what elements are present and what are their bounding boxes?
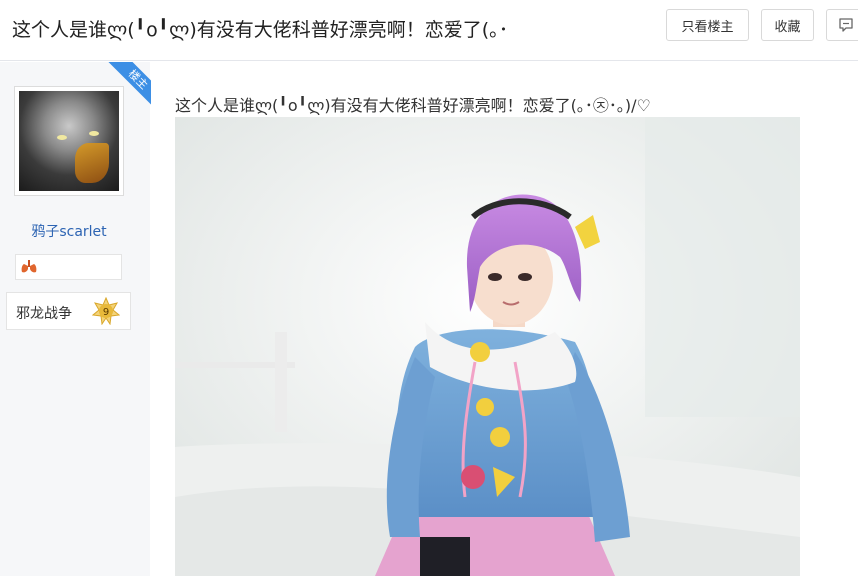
reply-button[interactable]: [826, 9, 858, 41]
level-badge-icon: 9: [92, 297, 120, 325]
favorite-button[interactable]: 收藏: [761, 9, 814, 41]
avatar[interactable]: [14, 86, 124, 196]
thread-title: 这个人是谁ლ(╹ο╹ლ)有没有大佬科普好漂亮啊！恋爱了(｡･: [12, 19, 509, 41]
lungs-medal-icon[interactable]: [21, 260, 37, 274]
level-number: 9: [103, 307, 109, 318]
medal-box: [15, 254, 122, 280]
user-group[interactable]: 邪龙战争 9: [6, 292, 131, 330]
comment-icon: [839, 18, 853, 32]
post-image[interactable]: [175, 117, 800, 576]
cosplay-photo: [175, 117, 800, 576]
username-link[interactable]: 鸦子scarlet: [0, 221, 138, 241]
group-name: 邪龙战争: [16, 306, 72, 322]
thread-header: 这个人是谁ლ(╹ο╹ლ)有没有大佬科普好漂亮啊！恋爱了(｡･ 只看楼主 收藏: [0, 0, 858, 61]
only-op-button[interactable]: 只看楼主: [666, 9, 749, 41]
post-text: 这个人是谁ლ(╹ο╹ლ)有没有大佬科普好漂亮啊！恋爱了(｡･㉨･｡)/♡: [175, 96, 651, 115]
avatar-image: [19, 91, 119, 191]
